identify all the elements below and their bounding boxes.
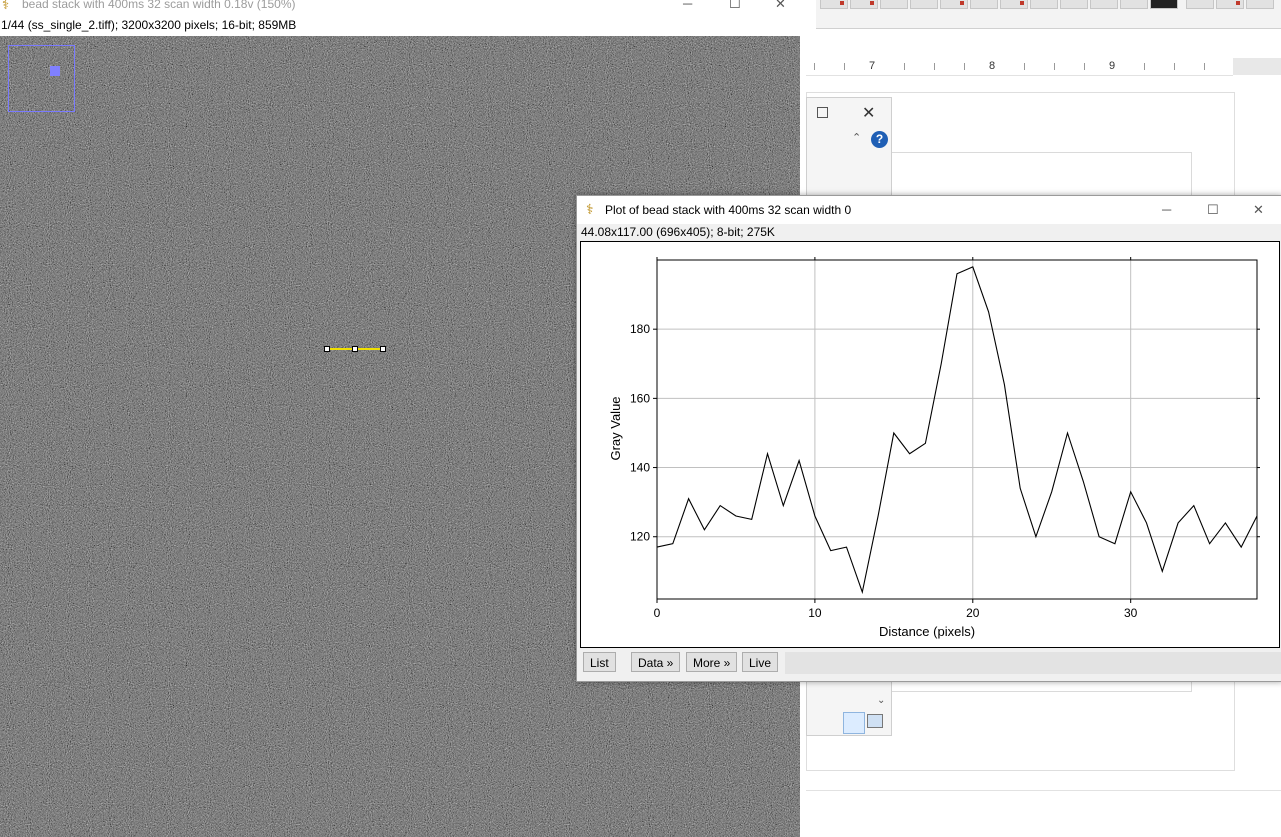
ruler-tick [1024, 63, 1025, 70]
chevron-down-icon[interactable]: ⌄ [877, 695, 885, 706]
x-tick-label: 10 [808, 606, 822, 620]
list-view-button[interactable] [843, 712, 865, 734]
image-window-titlebar[interactable]: ⚕ bead stack with 400ms 32 scan width 0.… [0, 0, 800, 16]
plot-axes-frame [656, 259, 1258, 600]
toolbar-button[interactable] [820, 0, 848, 9]
more-menu-button[interactable]: More » [686, 652, 738, 672]
toolbar-button[interactable] [1120, 0, 1148, 9]
profile-plot: 0 10 20 30 120 140 160 180 Distance (pixels) Gray… [608, 257, 1260, 639]
toolbar-button[interactable] [1000, 0, 1028, 9]
ruler-tick [1204, 63, 1205, 70]
ruler-tick [1174, 63, 1175, 70]
x-axis-label: Distance (pixels) [879, 624, 975, 639]
data-menu-button[interactable]: Data » [631, 652, 681, 672]
ruler-number: 8 [989, 60, 996, 72]
pane-maximize-icon[interactable] [817, 107, 828, 118]
microscope-icon: ⚕ [2, 0, 10, 12]
minimize-icon[interactable]: ─ [1162, 202, 1171, 217]
list-button[interactable]: List [583, 652, 616, 672]
help-icon[interactable]: ? [871, 131, 888, 148]
image-view-button[interactable] [867, 714, 883, 728]
ruler-tick [934, 63, 935, 70]
toolbar-button[interactable] [1090, 0, 1118, 9]
y-tick-label: 120 [630, 530, 650, 544]
toolbar-button[interactable] [850, 0, 878, 9]
image-info-bar: 1/44 (ss_single_2.tiff); 3200x3200 pixel… [1, 18, 297, 32]
navigator-viewport-marker[interactable] [50, 66, 60, 76]
ruler-number: 7 [869, 60, 876, 72]
navigator-overview-box[interactable] [8, 45, 75, 112]
y-tick-label: 160 [630, 391, 650, 405]
plot-window-title: Plot of bead stack with 400ms 32 scan wi… [605, 203, 852, 217]
image-window-title: bead stack with 400ms 32 scan width 0.18… [22, 0, 296, 11]
plot-canvas[interactable]: 0 10 20 30 120 140 160 180 Distance (pixels) Gray… [580, 241, 1280, 648]
y-axis-label: Gray Value [608, 396, 623, 460]
selection-handle-end[interactable] [380, 346, 386, 352]
maximize-icon[interactable]: ☐ [1207, 202, 1219, 218]
maximize-icon[interactable]: ☐ [729, 0, 741, 12]
x-tick-label: 30 [1124, 606, 1138, 620]
x-tick-label: 0 [654, 606, 661, 620]
plot-info-bar: 44.08x117.00 (696x405); 8-bit; 275K [581, 225, 775, 239]
ruler-tick [1084, 63, 1085, 70]
microscope-icon: ⚕ [586, 201, 594, 217]
plot-button-bar-filler [785, 652, 1281, 674]
toolbar-button[interactable] [1060, 0, 1088, 9]
selection-handle-start[interactable] [324, 346, 330, 352]
selection-handle-middle[interactable] [352, 346, 358, 352]
background-toolbar [816, 0, 1281, 29]
x-tick-label: 20 [966, 606, 980, 620]
collapse-caret-icon[interactable]: ⌃ [852, 131, 861, 144]
color-swatch-button[interactable] [1150, 0, 1178, 9]
plot-window: ⚕ Plot of bead stack with 400ms 32 scan … [576, 195, 1281, 682]
y-tick-label: 140 [630, 461, 650, 475]
status-divider [806, 790, 1281, 791]
ruler-tick [1144, 63, 1145, 70]
toolbar-button[interactable] [880, 0, 908, 9]
toolbar-button[interactable] [1030, 0, 1058, 9]
ruler-tick [1054, 63, 1055, 70]
horizontal-ruler: 7 8 9 [806, 58, 1233, 76]
y-tick-label: 180 [630, 322, 650, 336]
plot-window-titlebar[interactable]: ⚕ Plot of bead stack with 400ms 32 scan … [577, 196, 1281, 224]
minimize-icon[interactable]: ─ [683, 0, 692, 11]
ruler-number: 9 [1109, 60, 1116, 72]
toolbar-button[interactable] [940, 0, 968, 9]
ruler-tick [814, 63, 815, 70]
close-icon[interactable]: ✕ [775, 0, 786, 12]
toolbar-button[interactable] [1216, 0, 1244, 9]
ruler-tick [904, 63, 905, 70]
toolbar-button[interactable] [1186, 0, 1214, 9]
live-button[interactable]: Live [742, 652, 779, 672]
pane-close-icon[interactable]: ✕ [862, 103, 875, 123]
ruler-tick [964, 63, 965, 70]
toolbar-button[interactable] [970, 0, 998, 9]
close-icon[interactable]: ✕ [1253, 202, 1264, 218]
profile-series-line [656, 266, 1258, 595]
toolbar-button[interactable] [910, 0, 938, 9]
ruler-end-strip [1233, 58, 1281, 75]
toolbar-button[interactable] [1246, 0, 1274, 9]
plot-button-bar: List Data » More » Live [583, 652, 1281, 676]
ruler-tick [844, 63, 845, 70]
